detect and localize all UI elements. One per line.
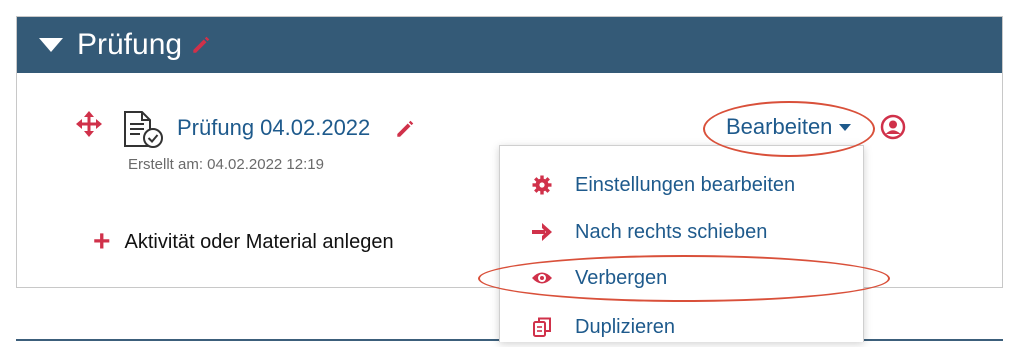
activity-created-date: Erstellt am: 04.02.2022 12:19 [128, 156, 324, 173]
add-activity-label: Aktivität oder Material anlegen [124, 230, 394, 253]
user-avatar-icon[interactable] [880, 114, 906, 145]
collapse-caret-icon[interactable] [39, 38, 63, 52]
add-activity-button[interactable]: + Aktivität oder Material anlegen [93, 225, 394, 258]
eye-icon [531, 267, 553, 289]
quiz-document-check-icon [122, 110, 166, 155]
menu-item-label: Verbergen [575, 266, 668, 289]
move-icon[interactable] [76, 111, 102, 142]
section-header: Prüfung [17, 17, 1002, 73]
menu-item-duplicate[interactable]: Duplizieren [500, 307, 863, 347]
menu-item-label: Nach rechts schieben [575, 220, 768, 243]
menu-item-settings[interactable]: Einstellungen bearbeiten [500, 165, 863, 205]
activity-title-link[interactable]: Prüfung 04.02.2022 [177, 115, 370, 141]
edit-menu-label: Bearbeiten [726, 114, 833, 139]
edit-menu-button[interactable]: Bearbeiten [726, 114, 852, 140]
menu-item-label: Einstellungen bearbeiten [575, 173, 796, 196]
edit-title-pencil-icon[interactable] [190, 34, 212, 56]
gear-icon [531, 174, 553, 196]
section-title: Prüfung [77, 28, 183, 61]
chevron-down-icon [839, 123, 852, 131]
menu-item-label: Duplizieren [575, 315, 676, 338]
plus-icon: + [93, 225, 111, 258]
edit-dropdown-menu: Einstellungen bearbeiten Nach rechts sch… [499, 145, 864, 342]
menu-item-hide[interactable]: Verbergen [500, 258, 863, 298]
arrow-right-icon [531, 221, 553, 243]
duplicate-icon [531, 316, 553, 338]
menu-item-move-right[interactable]: Nach rechts schieben [500, 212, 863, 252]
edit-activity-pencil-icon[interactable] [394, 118, 416, 145]
